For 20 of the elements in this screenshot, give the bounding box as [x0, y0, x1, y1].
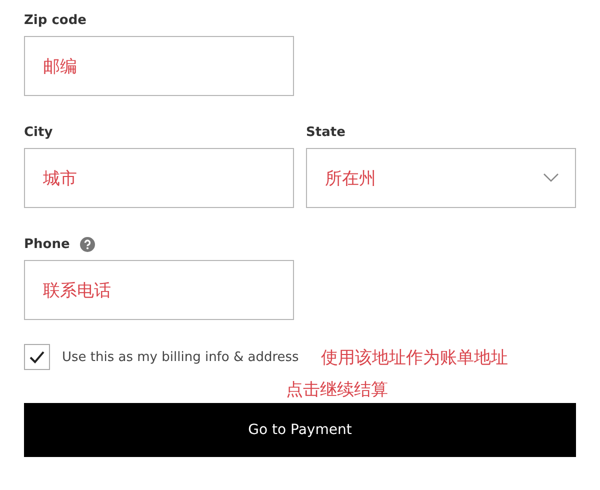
field-label: City: [24, 124, 53, 140]
annotation-text: 邮编: [43, 56, 77, 78]
field-label: Phone: [24, 236, 70, 252]
field-label: Zip code: [24, 12, 86, 28]
annotation-text: 城市: [43, 168, 77, 190]
field-label: State: [306, 124, 346, 140]
input-field[interactable]: 邮编: [24, 36, 294, 96]
checkbox-label: Use this as my billing info & address: [62, 350, 299, 364]
input-field[interactable]: 联系电话: [24, 260, 294, 320]
annotation-text: 联系电话: [43, 280, 111, 302]
payment-button[interactable]: Go to Payment: [24, 403, 576, 457]
annotation-text: 点击继续结算: [286, 379, 388, 401]
annotation-text: 所在州: [325, 168, 376, 190]
checkbox[interactable]: [24, 344, 50, 370]
state-dropdown[interactable]: 所在州: [306, 148, 576, 208]
input-field[interactable]: 城市: [24, 148, 294, 208]
annotation-text: 使用该地址作为账单地址: [320, 346, 508, 368]
chevron-down-icon: [543, 173, 559, 183]
checkmark-icon: [29, 350, 45, 364]
help-icon[interactable]: [80, 236, 95, 252]
